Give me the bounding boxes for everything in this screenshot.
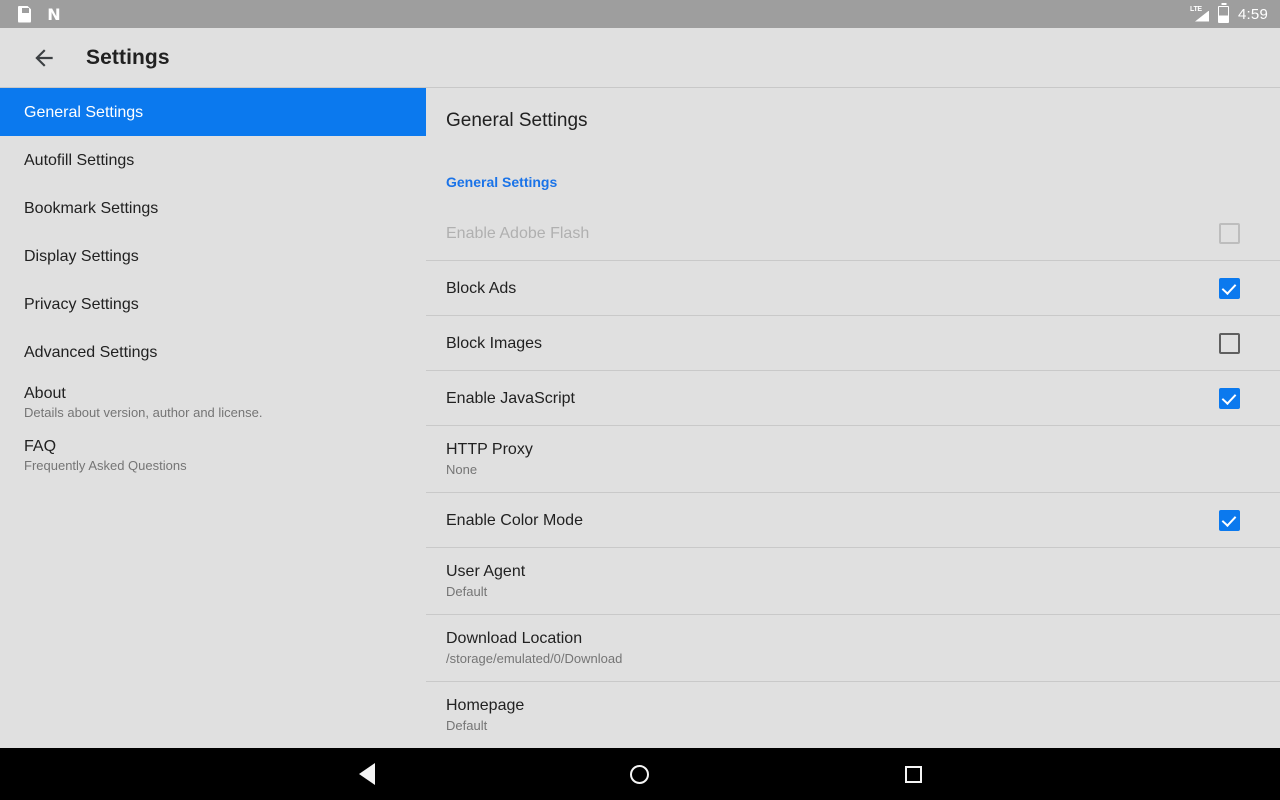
- pref-title: Homepage: [446, 697, 525, 714]
- sidebar-item-privacy-settings[interactable]: Privacy Settings: [0, 280, 426, 328]
- sd-card-icon: [18, 5, 31, 23]
- sidebar-item-about[interactable]: About Details about version, author and …: [0, 376, 426, 429]
- sidebar-item-label: Advanced Settings: [24, 343, 158, 361]
- pref-row-enable-javascript[interactable]: Enable JavaScript: [426, 371, 1280, 426]
- pref-text: Enable Color Mode: [446, 511, 583, 530]
- pref-row-block-ads[interactable]: Block Ads: [426, 261, 1280, 316]
- pref-text: HTTP Proxy None: [446, 440, 533, 478]
- pref-row-enable-adobe-flash: Enable Adobe Flash: [426, 206, 1280, 261]
- pref-row-user-agent[interactable]: User Agent Default: [426, 548, 1280, 615]
- status-bar-left: N: [18, 4, 63, 24]
- checkbox-block-images[interactable]: [1219, 332, 1240, 354]
- sidebar-item-label: Privacy Settings: [24, 295, 139, 313]
- pref-title: Enable JavaScript: [446, 389, 575, 407]
- settings-detail-panel: General Settings General Settings Enable…: [426, 88, 1280, 748]
- nova-launcher-icon: N: [47, 4, 61, 24]
- main-content: General Settings Autofill Settings Bookm…: [0, 88, 1280, 748]
- pref-subtitle: Default: [446, 584, 488, 599]
- pref-text: Block Images: [446, 334, 542, 353]
- pref-text: Enable Adobe Flash: [446, 224, 589, 243]
- page-title: Settings: [86, 45, 170, 69]
- recents-nav-button[interactable]: [890, 751, 936, 797]
- pref-title: HTTP Proxy: [446, 441, 533, 458]
- android-navigation-bar: [0, 748, 1280, 800]
- pref-text: Homepage Default: [446, 696, 524, 734]
- pref-title: Block Images: [446, 334, 543, 352]
- sidebar-item-label: FAQ: [24, 438, 57, 455]
- pref-text: User Agent Default: [446, 562, 525, 600]
- back-arrow-icon[interactable]: [24, 38, 64, 78]
- lte-signal-icon: LTE: [1190, 6, 1209, 23]
- sidebar-item-autofill-settings[interactable]: Autofill Settings: [0, 136, 426, 184]
- pref-row-enable-color-mode[interactable]: Enable Color Mode: [426, 493, 1280, 548]
- pref-subtitle: /storage/emulated/0/Download: [446, 651, 623, 666]
- home-nav-button[interactable]: [617, 751, 663, 797]
- pref-title: Enable Color Mode: [446, 511, 583, 529]
- back-triangle-icon: [358, 763, 375, 785]
- pref-subtitle: Default: [446, 718, 488, 733]
- preference-list: Enable Adobe Flash Block Ads Block Image…: [426, 206, 1280, 748]
- lte-label: LTE: [1190, 5, 1202, 13]
- sidebar-item-sublabel: Details about version, author and licens…: [24, 405, 263, 420]
- sidebar-item-label: About: [24, 385, 66, 402]
- panel-title: General Settings: [446, 110, 588, 131]
- sidebar-item-label: Bookmark Settings: [24, 199, 159, 217]
- status-bar-clock: 4:59: [1238, 5, 1268, 23]
- pref-title: Download Location: [446, 630, 583, 647]
- pref-row-download-location[interactable]: Download Location /storage/emulated/0/Do…: [426, 615, 1280, 682]
- pref-text: Block Ads: [446, 279, 516, 298]
- sidebar-item-sublabel: Frequently Asked Questions: [24, 458, 187, 473]
- section-header-general-settings: General Settings: [446, 174, 558, 190]
- status-bar-right: LTE 4:59: [1190, 5, 1268, 23]
- sidebar-item-faq[interactable]: FAQ Frequently Asked Questions: [0, 429, 426, 482]
- battery-icon: [1218, 5, 1229, 23]
- pref-title: Enable Adobe Flash: [446, 224, 590, 242]
- sidebar-item-label: Autofill Settings: [24, 151, 135, 169]
- pref-subtitle: None: [446, 462, 478, 477]
- settings-screen: N LTE 4:59 Settings General Settings Aut…: [0, 0, 1280, 800]
- pref-row-block-images[interactable]: Block Images: [426, 316, 1280, 371]
- sidebar-item-general-settings[interactable]: General Settings: [0, 88, 426, 136]
- sidebar-item-bookmark-settings[interactable]: Bookmark Settings: [0, 184, 426, 232]
- home-circle-icon: [630, 764, 650, 784]
- status-bar: N LTE 4:59: [0, 0, 1280, 28]
- sidebar-item-advanced-settings[interactable]: Advanced Settings: [0, 328, 426, 376]
- app-bar: Settings: [0, 28, 1280, 88]
- pref-title: Block Ads: [446, 279, 517, 297]
- checkbox-enable-adobe-flash: [1219, 222, 1240, 244]
- sidebar-item-label: Display Settings: [24, 247, 139, 265]
- pref-row-http-proxy[interactable]: HTTP Proxy None: [426, 426, 1280, 493]
- pref-text: Download Location /storage/emulated/0/Do…: [446, 629, 622, 667]
- pref-row-homepage[interactable]: Homepage Default: [426, 682, 1280, 748]
- settings-sidebar: General Settings Autofill Settings Bookm…: [0, 88, 426, 748]
- pref-text: Enable JavaScript: [446, 389, 575, 408]
- checkbox-enable-javascript[interactable]: [1219, 387, 1240, 409]
- checkbox-block-ads[interactable]: [1219, 277, 1240, 299]
- checkbox-enable-color-mode[interactable]: [1219, 509, 1240, 531]
- pref-title: User Agent: [446, 563, 526, 580]
- back-nav-button[interactable]: [344, 751, 390, 797]
- recents-square-icon: [904, 765, 922, 783]
- sidebar-item-display-settings[interactable]: Display Settings: [0, 232, 426, 280]
- sidebar-item-label: General Settings: [24, 103, 144, 121]
